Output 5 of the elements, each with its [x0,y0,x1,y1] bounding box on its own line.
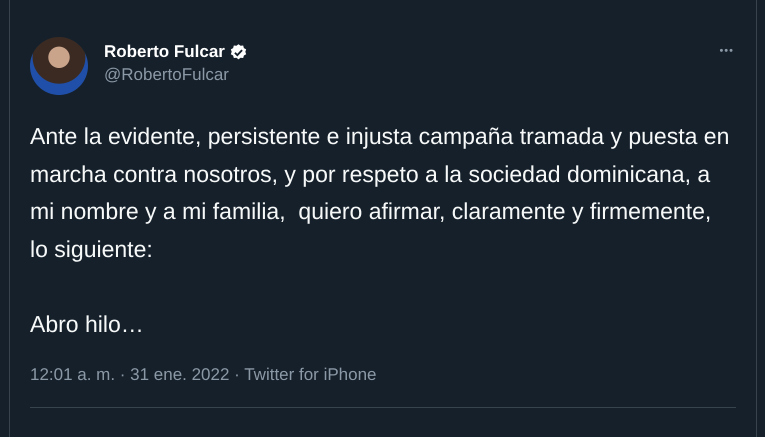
tweet-timestamp: 12:01 a. m. · 31 ene. 2022 · Twitter for iPhone [30,365,378,385]
more-menu[interactable]: ••• [719,37,734,57]
author-handle[interactable]: @RobertoFulcar [104,65,704,85]
tweet-text: Ante la evidente, persistente e injusta campaña tramada y puesta en marcha contra nosotros, y por respeto a la sociedad dominicana, a mi nombre y a mi familia, quiero afirmar, claramente y firmemente, lo siguiente: Abro hilo… [30,122,730,338]
author-name[interactable]: Roberto Fulcar [104,42,225,62]
